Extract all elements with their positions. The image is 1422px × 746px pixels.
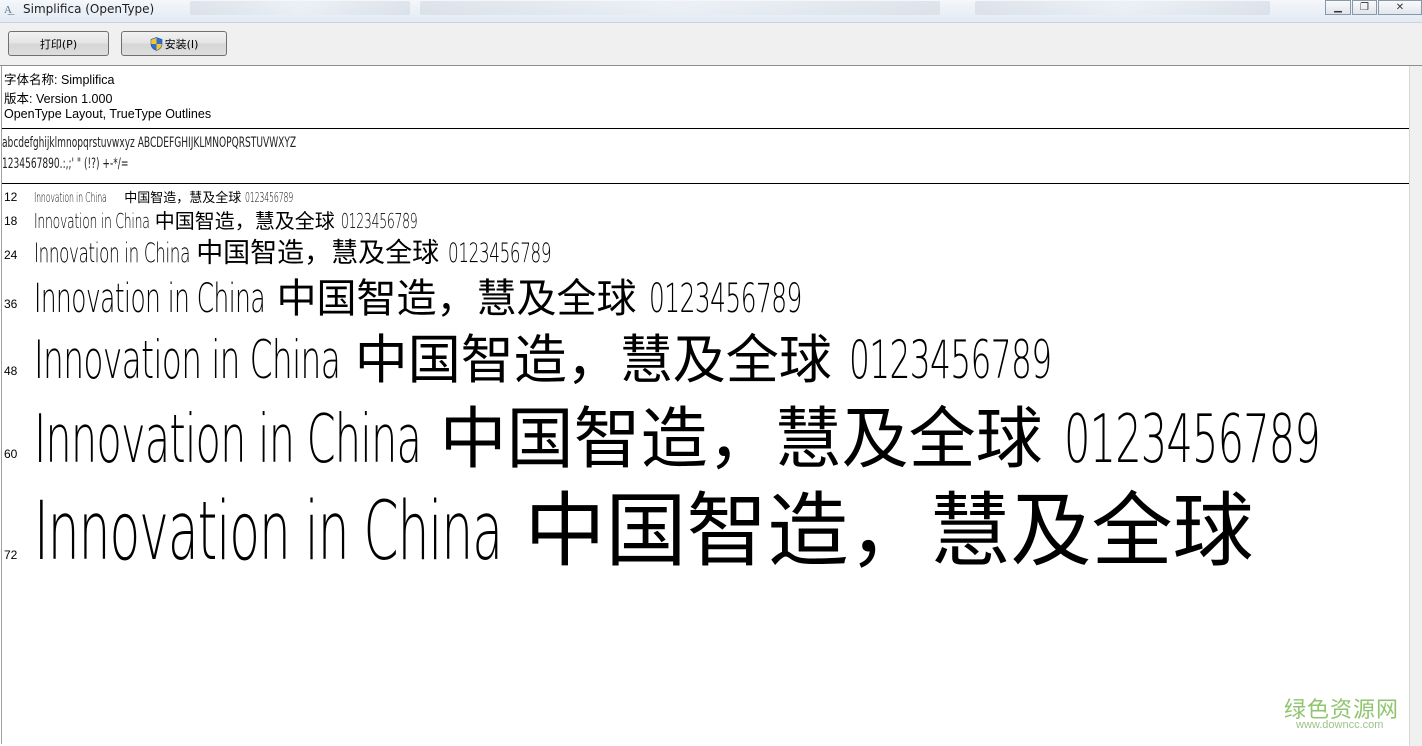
size-label: 36	[4, 297, 18, 311]
sample-cjk: 中国智造，慧及全球	[524, 485, 1254, 579]
blurred-title-area	[975, 1, 1270, 15]
size-label: 18	[4, 214, 18, 228]
title-bar: A͟ Simplifica (OpenType) ▁ ❐ ✕	[0, 0, 1422, 23]
close-button[interactable]: ✕	[1378, 0, 1422, 15]
sample-cjk: 中国智造，慧及全球	[154, 209, 335, 233]
maximize-icon: ❐	[1360, 2, 1369, 13]
sample-latin: Innovation in China	[34, 238, 190, 269]
sample-digits: 0123456789	[245, 191, 294, 206]
minimize-icon: ▁	[1334, 2, 1342, 13]
blurred-title-area	[190, 1, 410, 15]
separator	[2, 183, 1410, 184]
sample-cjk: 中国智造，慧及全球	[124, 191, 242, 206]
font-file-icon: A͟	[4, 3, 12, 16]
sample-latin: Innovation in China	[34, 485, 503, 579]
sample-latin: Innovation in China	[34, 209, 150, 233]
watermark-url: www.downcc.com	[1296, 719, 1384, 731]
minimize-button[interactable]: ▁	[1325, 0, 1351, 15]
font-version-line: 版本: Version 1.000	[4, 92, 113, 106]
font-type-line: OpenType Layout, TrueType Outlines	[4, 107, 212, 121]
sample-text: Innovation in China 中国智造，慧及全球 0123456789	[34, 187, 326, 206]
sample-digits: 0123456789	[341, 209, 418, 233]
size-label: 60	[4, 447, 18, 461]
charset-symbols: 1234567890.:,;' " (!?) +-*/=	[2, 156, 129, 172]
sample-text: Innovation in China 中国智造，慧及全球	[34, 466, 1279, 583]
size-label: 12	[4, 190, 18, 204]
size-label: 48	[4, 364, 18, 378]
sample-cjk: 中国智造，慧及全球	[196, 238, 440, 269]
sample-text: Innovation in China 中国智造，慧及全球 0123456789	[34, 318, 1175, 394]
install-button-label: 安装(I)	[164, 37, 199, 51]
size-label: 24	[4, 248, 18, 262]
install-button[interactable]: 安装(I)	[121, 31, 227, 56]
sample-cjk: 中国智造，慧及全球	[354, 330, 832, 391]
sample-text: Innovation in China 中国智造，慧及全球 0123456789	[34, 266, 896, 324]
window-title: Simplifica (OpenType)	[23, 2, 155, 16]
print-button[interactable]: 打印(P)	[8, 31, 109, 56]
sample-latin: Innovation in China	[34, 330, 341, 391]
font-preview-pane: 字体名称: Simplifica 版本: Version 1.000 OpenT…	[1, 66, 1410, 744]
sample-latin: Innovation in China	[34, 191, 107, 206]
blurred-title-area	[420, 1, 940, 15]
size-label: 72	[4, 548, 18, 562]
maximize-button[interactable]: ❐	[1352, 0, 1377, 15]
close-icon: ✕	[1395, 2, 1405, 13]
uac-shield-icon	[150, 36, 162, 51]
sample-digits: 0123456789	[447, 238, 551, 269]
sample-latin: Innovation in China	[34, 276, 266, 322]
sample-text: Innovation in China 中国智造，慧及全球 0123456789	[34, 231, 614, 270]
print-button-label: 打印(P)	[39, 37, 78, 51]
sample-cjk: 中国智造，慧及全球	[276, 276, 637, 322]
sample-digits: 0123456789	[649, 276, 803, 322]
font-name-line: 字体名称: Simplifica	[4, 73, 115, 87]
separator	[2, 128, 1410, 129]
charset-letters: abcdefghijklmnopqrstuvwxyz ABCDEFGHIJKLM…	[2, 135, 297, 151]
sample-text: Innovation in China 中国智造，慧及全球 0123456789	[34, 205, 464, 234]
sample-digits: 0123456789	[848, 330, 1052, 391]
toolbar: 打印(P) 安装(I)	[0, 23, 1422, 66]
vertical-scrollbar[interactable]	[1409, 66, 1422, 746]
